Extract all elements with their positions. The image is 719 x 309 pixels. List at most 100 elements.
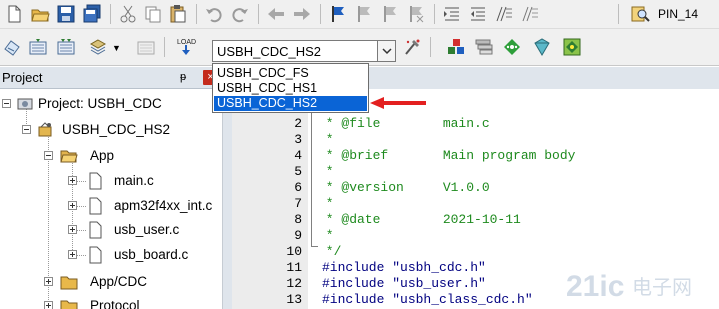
- bookmark-icon[interactable]: [328, 4, 348, 24]
- tree-item-file[interactable]: main.c: [0, 170, 222, 192]
- expand-icon[interactable]: [68, 176, 77, 185]
- code-line: *: [318, 132, 334, 147]
- find-in-files-icon[interactable]: [630, 4, 650, 24]
- line-number: 2: [294, 116, 302, 131]
- toolbar-separator: [434, 4, 435, 24]
- target-option[interactable]: USBH_CDC_HS1: [214, 81, 367, 96]
- expand-icon[interactable]: [44, 301, 53, 309]
- tree-item-file[interactable]: apm32f4xx_int.c: [0, 195, 222, 217]
- redo-icon[interactable]: [230, 4, 250, 24]
- toolbar-row-2: ▼ LOAD USBH_CDC_HS2: [0, 29, 719, 66]
- pin-icon[interactable]: ᵽ: [180, 71, 192, 85]
- expand-icon[interactable]: [68, 250, 77, 259]
- file-icon: [86, 246, 104, 264]
- rebuild-icon[interactable]: [56, 37, 76, 57]
- folder-icon: [60, 273, 78, 291]
- annotation-arrow-icon: [370, 97, 426, 109]
- code-line: *: [318, 228, 334, 243]
- copy-icon[interactable]: [143, 4, 163, 24]
- next-bookmark-icon[interactable]: [380, 4, 400, 24]
- nav-forward-icon[interactable]: [292, 4, 312, 24]
- save-icon[interactable]: [56, 4, 76, 24]
- uncomment-icon[interactable]: [520, 4, 540, 24]
- expand-icon[interactable]: [44, 277, 53, 286]
- file-extensions-icon[interactable]: [474, 37, 494, 57]
- target-dropdown-list: USBH_CDC_FS USBH_CDC_HS1 USBH_CDC_HS2: [212, 63, 369, 113]
- nav-back-icon[interactable]: [266, 4, 286, 24]
- line-number: 11: [286, 260, 302, 275]
- new-file-icon[interactable]: [4, 4, 24, 24]
- tree-item-group-app[interactable]: App: [0, 145, 222, 167]
- line-number: 5: [294, 164, 302, 179]
- undo-icon[interactable]: [204, 4, 224, 24]
- line-number: 4: [294, 148, 302, 163]
- toolbar-separator: [618, 4, 619, 24]
- find-text-field[interactable]: PIN_14: [658, 7, 698, 21]
- code-line: #include "usbh_class_cdc.h": [322, 292, 533, 307]
- comment-icon[interactable]: [494, 4, 514, 24]
- toolbar-separator: [110, 4, 111, 24]
- collapse-icon[interactable]: [44, 151, 53, 160]
- tree-item-file[interactable]: usb_board.c: [0, 244, 222, 266]
- expand-icon[interactable]: [68, 225, 77, 234]
- fold-marker-end: [311, 246, 318, 247]
- target-select-value: USBH_CDC_HS2: [217, 44, 322, 59]
- line-number: 3: [294, 132, 302, 147]
- tree-item-group-app-cdc[interactable]: App/CDC: [0, 271, 222, 293]
- code-line: * @date 2021-10-11: [318, 212, 521, 227]
- tree-item-target[interactable]: USBH_CDC_HS2: [0, 119, 222, 141]
- manage-runtime-icon[interactable]: [562, 37, 582, 57]
- code-line: * @version V1.0.0: [318, 180, 490, 195]
- paste-icon[interactable]: [168, 4, 188, 24]
- tree-item-project[interactable]: Project: USBH_CDC: [0, 93, 222, 115]
- code-line: *: [318, 196, 334, 211]
- expand-icon[interactable]: [68, 201, 77, 210]
- translate-icon[interactable]: [2, 37, 22, 57]
- svg-text:电子网: 电子网: [632, 275, 692, 299]
- build-icon[interactable]: [28, 37, 48, 57]
- save-all-icon[interactable]: [82, 4, 102, 24]
- watermark-logo: 21ic 电子网: [566, 270, 692, 303]
- pack-installer-icon[interactable]: [532, 37, 552, 57]
- project-panel-header: Project ᵽ ×: [0, 67, 222, 89]
- target-option[interactable]: USBH_CDC_FS: [214, 66, 367, 81]
- folder-icon: [60, 297, 78, 309]
- indent-icon[interactable]: [442, 4, 462, 24]
- svg-text:21ic: 21ic: [566, 270, 624, 303]
- target-select[interactable]: USBH_CDC_HS2: [212, 40, 396, 62]
- download-icon[interactable]: LOAD: [174, 35, 198, 59]
- batch-build-icon[interactable]: [88, 37, 108, 57]
- options-for-target-icon[interactable]: [402, 37, 422, 57]
- unindent-icon[interactable]: [468, 4, 488, 24]
- prev-bookmark-icon[interactable]: [354, 4, 374, 24]
- toolbar-separator: [320, 4, 321, 24]
- line-number: 6: [294, 180, 302, 195]
- code-line: #include "usb_user.h": [322, 276, 486, 291]
- target-icon: [36, 121, 54, 139]
- svg-text:LOAD: LOAD: [177, 39, 196, 46]
- clear-bookmarks-icon[interactable]: [406, 4, 426, 24]
- code-line: * @brief Main program body: [318, 148, 576, 163]
- toolbar-separator: [164, 37, 165, 57]
- cut-icon[interactable]: [118, 4, 138, 24]
- tree-item-group-protocol[interactable]: Protocol: [0, 295, 222, 309]
- open-folder-icon[interactable]: [30, 4, 50, 24]
- tree-item-file[interactable]: usb_user.c: [0, 219, 222, 241]
- chevron-down-icon[interactable]: [377, 41, 395, 61]
- toolbar-separator: [258, 4, 259, 24]
- file-icon: [86, 221, 104, 239]
- stop-build-icon[interactable]: [136, 37, 156, 57]
- collapse-icon[interactable]: [22, 125, 31, 134]
- select-packs-icon[interactable]: [502, 37, 522, 57]
- chevron-down-icon[interactable]: ▼: [112, 43, 121, 53]
- line-number: 9: [294, 228, 302, 243]
- project-tree: Project: USBH_CDC USBH_CDC_HS2 App main.…: [0, 90, 222, 309]
- folder-open-icon: [60, 147, 78, 165]
- toolbar-separator: [196, 4, 197, 24]
- collapse-icon[interactable]: [2, 99, 11, 108]
- code-line: #include "usbh_cdc.h": [322, 260, 486, 275]
- target-option-selected[interactable]: USBH_CDC_HS2: [214, 96, 367, 111]
- code-line: *: [318, 164, 334, 179]
- manage-components-icon[interactable]: [446, 37, 466, 57]
- code-line: * @file main.c: [318, 116, 490, 131]
